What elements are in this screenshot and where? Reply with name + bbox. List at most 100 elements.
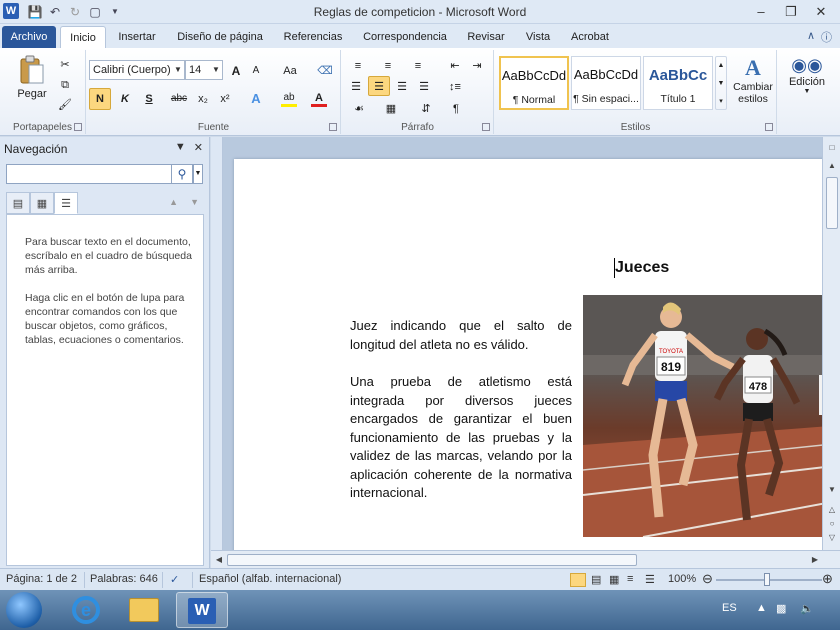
tab-inicio[interactable]: Inicio bbox=[60, 26, 106, 48]
italic-button[interactable]: K bbox=[115, 88, 135, 110]
scroll-down-icon[interactable]: ▼ bbox=[825, 483, 839, 497]
previous-page-icon[interactable]: △ bbox=[825, 503, 839, 517]
underline-button[interactable]: S bbox=[139, 88, 159, 110]
zoom-out-icon[interactable]: ⊖ bbox=[702, 571, 713, 587]
align-left-icon[interactable]: ☰ bbox=[346, 76, 366, 96]
line-spacing-icon[interactable]: ↕≡ bbox=[442, 76, 468, 96]
tab-correspondencia[interactable]: Correspondencia bbox=[356, 26, 454, 48]
volume-icon[interactable]: 🔈 bbox=[800, 602, 814, 615]
sort-icon[interactable]: ⇵ bbox=[416, 98, 436, 118]
show-hidden-icons-icon[interactable]: ▲ bbox=[756, 602, 767, 614]
print-layout-icon[interactable] bbox=[570, 573, 586, 587]
horizontal-scrollbar[interactable]: ◀ ▶ bbox=[211, 550, 840, 568]
text-effects-icon[interactable]: A bbox=[245, 88, 267, 110]
decrease-indent-icon[interactable]: ⇤ bbox=[446, 56, 464, 74]
browse-object-icon[interactable]: ○ bbox=[825, 517, 839, 531]
network-icon[interactable]: ▩ bbox=[776, 602, 786, 615]
full-screen-reading-icon[interactable]: ▤ bbox=[591, 573, 601, 586]
format-painter-icon[interactable]: 🖌 bbox=[56, 96, 74, 112]
font-size-select[interactable]: 14 ▼ bbox=[185, 60, 223, 80]
superscript-button[interactable]: x² bbox=[215, 88, 235, 110]
scroll-up-icon[interactable]: ▲ bbox=[825, 159, 839, 173]
document-paragraph[interactable]: Una prueba de atletismo está integrada p… bbox=[350, 373, 572, 503]
document-paragraph[interactable]: Juez indicando que el salto de longitud … bbox=[350, 317, 572, 354]
cut-icon[interactable]: ✂ bbox=[56, 56, 74, 72]
previous-result-icon[interactable]: ▲ bbox=[169, 197, 178, 207]
pages-view-icon[interactable]: ▦ bbox=[30, 192, 54, 214]
change-styles-button[interactable]: A Cambiar estilos bbox=[731, 54, 775, 116]
bullets-icon[interactable]: ≡ bbox=[346, 56, 370, 74]
style-heading-1[interactable]: AaBbCc Título 1 bbox=[643, 56, 713, 110]
subscript-button[interactable]: x₂ bbox=[193, 88, 213, 110]
clear-format-icon[interactable]: ⌫ bbox=[315, 60, 335, 80]
next-page-icon[interactable]: ▽ bbox=[825, 531, 839, 545]
strikethrough-button[interactable]: abc bbox=[167, 88, 191, 110]
minimize-ribbon-icon[interactable]: ∧ bbox=[807, 29, 815, 45]
zoom-in-icon[interactable]: ⊕ bbox=[822, 571, 833, 587]
proofing-icon[interactable]: ✓ bbox=[170, 573, 179, 586]
headings-view-icon[interactable]: ▤ bbox=[6, 192, 30, 214]
restore-button[interactable]: ❐ bbox=[776, 2, 806, 22]
search-options-icon[interactable]: ▼ bbox=[193, 164, 203, 184]
minimize-button[interactable]: – bbox=[746, 2, 776, 22]
file-explorer-icon[interactable] bbox=[118, 592, 170, 628]
highlight-icon[interactable]: ab bbox=[277, 88, 301, 110]
borders-icon[interactable]: ▦ bbox=[378, 98, 404, 118]
close-pane-icon[interactable]: ✕ bbox=[194, 141, 203, 154]
athletes-photo[interactable]: 819 TOYOTA 478 bbox=[583, 295, 822, 537]
font-launcher-icon[interactable] bbox=[329, 123, 337, 131]
grow-font-button[interactable]: A bbox=[227, 60, 245, 80]
navigation-search-input[interactable] bbox=[6, 164, 172, 184]
word-count[interactable]: Palabras: 646 bbox=[90, 573, 158, 585]
next-result-icon[interactable]: ▼ bbox=[190, 197, 199, 207]
justify-icon[interactable]: ☰ bbox=[414, 76, 434, 96]
web-layout-icon[interactable]: ▦ bbox=[609, 573, 619, 586]
style-no-spacing[interactable]: AaBbCcDd ¶ Sin espaci... bbox=[571, 56, 641, 110]
font-color-icon[interactable]: A bbox=[307, 88, 331, 110]
align-center-icon[interactable]: ☰ bbox=[368, 76, 390, 96]
scroll-right-icon[interactable]: ▶ bbox=[809, 553, 821, 567]
close-button[interactable]: ✕ bbox=[806, 2, 836, 22]
pane-options-icon[interactable]: ▼ bbox=[175, 141, 186, 154]
tab-referencias[interactable]: Referencias bbox=[276, 26, 350, 48]
zoom-slider-thumb[interactable] bbox=[764, 573, 770, 586]
language-indicator[interactable]: Español (alfab. internacional) bbox=[199, 573, 341, 585]
shading-icon[interactable]: ☙ bbox=[346, 98, 372, 118]
style-normal[interactable]: AaBbCcDd ¶ Normal bbox=[499, 56, 569, 110]
help-icon[interactable]: ⓘ bbox=[821, 29, 832, 45]
paragraph-launcher-icon[interactable] bbox=[482, 123, 490, 131]
internet-explorer-icon[interactable]: e bbox=[60, 592, 112, 628]
bold-button[interactable]: N bbox=[89, 88, 111, 110]
styles-launcher-icon[interactable] bbox=[765, 123, 773, 131]
vertical-scroll-thumb[interactable] bbox=[826, 177, 838, 229]
document-page[interactable]: Jueces Juez indicando que el salto de lo… bbox=[234, 159, 822, 550]
draft-icon[interactable]: ☰ bbox=[645, 573, 655, 586]
tab-insertar[interactable]: Insertar bbox=[110, 26, 164, 48]
outline-icon[interactable]: ≡ bbox=[627, 573, 633, 585]
multilevel-list-icon[interactable]: ≡ bbox=[406, 56, 430, 74]
tab-revisar[interactable]: Revisar bbox=[460, 26, 512, 48]
scroll-left-icon[interactable]: ◀ bbox=[213, 553, 225, 567]
zoom-level[interactable]: 100% bbox=[668, 573, 696, 585]
show-formatting-icon[interactable]: ¶ bbox=[446, 98, 466, 118]
page-count[interactable]: Página: 1 de 2 bbox=[6, 573, 77, 585]
results-view-icon[interactable]: ☰ bbox=[54, 192, 78, 214]
tab-acrobat[interactable]: Acrobat bbox=[564, 26, 616, 48]
word-taskbar-icon[interactable]: W bbox=[176, 592, 228, 628]
increase-indent-icon[interactable]: ⇥ bbox=[468, 56, 486, 74]
numbering-icon[interactable]: ≡ bbox=[376, 56, 400, 74]
editing-button[interactable]: ◉◉ Edición ▼ bbox=[784, 54, 830, 114]
align-right-icon[interactable]: ☰ bbox=[392, 76, 412, 96]
paste-button[interactable]: Pegar bbox=[12, 54, 52, 112]
document-heading[interactable]: Jueces bbox=[615, 259, 669, 277]
copy-icon[interactable]: ⧉ bbox=[56, 76, 74, 92]
change-case-button[interactable]: Aa bbox=[277, 60, 303, 80]
search-icon[interactable]: ⚲ bbox=[171, 164, 193, 184]
input-language[interactable]: ES bbox=[722, 602, 737, 614]
tab-diseno-pagina[interactable]: Diseño de página bbox=[170, 26, 270, 48]
tab-archivo[interactable]: Archivo bbox=[2, 26, 56, 48]
styles-scroll-icon[interactable]: ▲ ▼ ▾ bbox=[715, 56, 727, 110]
tab-vista[interactable]: Vista bbox=[518, 26, 558, 48]
view-ruler-icon[interactable]: □ bbox=[825, 141, 839, 155]
font-name-select[interactable]: Calibri (Cuerpo) ▼ bbox=[89, 60, 185, 80]
